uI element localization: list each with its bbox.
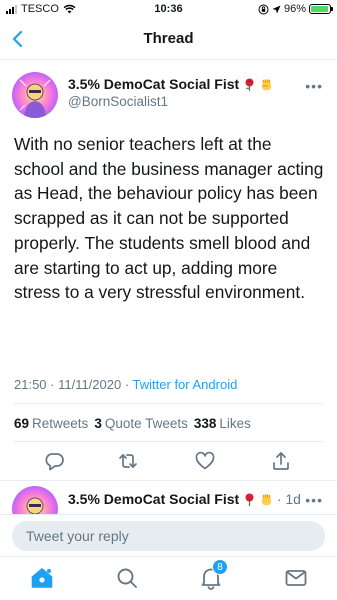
tweet-text: With no senior teachers left at the scho… <box>14 134 324 303</box>
tweet-actions <box>0 450 337 476</box>
divider <box>0 480 337 481</box>
author-name[interactable]: 3.5% DemoCat Social Fist <box>68 76 273 92</box>
more-options-icon[interactable]: ••• <box>305 78 323 94</box>
tweet-stats: 69 Retweets 3 Quote Tweets 338 Likes <box>14 416 251 431</box>
rose-emoji-icon <box>245 493 254 506</box>
home-icon[interactable] <box>29 565 55 591</box>
status-bar: TESCO 10:36 96% <box>0 0 337 20</box>
reply-tweet[interactable]: 3.5% DemoCat Social Fist · 1d ••• <box>12 486 325 516</box>
more-options-icon[interactable]: ••• <box>305 492 323 508</box>
tweet-header: 3.5% DemoCat Social Fist @BornSocialist1… <box>12 72 325 120</box>
reply-author-name[interactable]: 3.5% DemoCat Social Fist · 1d <box>68 491 301 507</box>
author-handle[interactable]: @BornSocialist1 <box>68 94 168 109</box>
reply-input[interactable] <box>12 521 325 551</box>
share-icon[interactable] <box>270 450 292 472</box>
page-title: Thread <box>143 30 194 47</box>
messages-icon[interactable] <box>283 565 309 591</box>
avatar[interactable] <box>12 72 58 118</box>
retweet-icon[interactable] <box>117 450 139 472</box>
raised-fist-emoji-icon <box>261 494 271 505</box>
rose-emoji-icon <box>245 78 254 91</box>
like-heart-icon[interactable] <box>194 450 216 472</box>
nav-header: Thread <box>0 20 337 60</box>
retweets-stat[interactable]: 69 Retweets <box>14 416 88 431</box>
orientation-lock-icon <box>258 4 269 14</box>
tweet-meta: 21:50 · 11/11/2020 · Twitter for Android <box>14 377 237 392</box>
tab-bar: 8 <box>0 556 337 600</box>
avatar[interactable] <box>12 486 58 516</box>
battery-percent: 96% <box>283 3 306 15</box>
divider <box>14 441 323 442</box>
quote-tweets-stat[interactable]: 3 Quote Tweets <box>94 416 188 431</box>
reply-bar <box>0 514 337 554</box>
tweet-source-link[interactable]: Twitter for Android <box>133 377 238 392</box>
status-right: 96% <box>258 3 333 15</box>
tweet-timestamp: 21:50 · 11/11/2020 · <box>14 377 133 392</box>
battery-icon <box>309 4 333 14</box>
reply-time: · 1d <box>276 491 301 507</box>
reply-icon[interactable] <box>44 450 66 472</box>
search-icon[interactable] <box>114 565 140 591</box>
likes-stat[interactable]: 338 Likes <box>194 416 251 431</box>
notifications-tab[interactable]: 8 <box>198 559 228 591</box>
notification-badge: 8 <box>212 559 228 575</box>
raised-fist-emoji-icon <box>261 79 271 90</box>
location-icon <box>272 5 281 13</box>
divider <box>14 403 323 404</box>
